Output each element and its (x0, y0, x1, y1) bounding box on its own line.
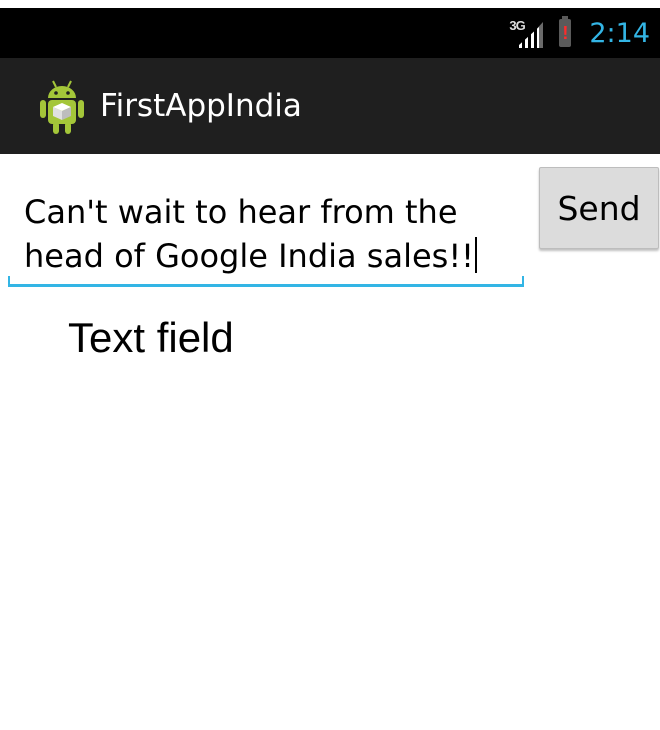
message-field-value[interactable]: Can't wait to hear from the head of Goog… (24, 190, 514, 278)
send-button[interactable]: Send (539, 167, 659, 249)
app-title: FirstAppIndia (100, 88, 302, 124)
status-bar: 3G ! 2:14 (0, 8, 660, 58)
battery-low-icon: ! (559, 16, 572, 47)
action-bar: FirstAppIndia (0, 58, 660, 154)
text-cursor (474, 237, 477, 273)
status-icons: 3G ! 2:14 (509, 8, 650, 58)
text-field-annotation: Text field (68, 314, 234, 361)
signal-icon: 3G (509, 18, 545, 48)
android-robot-icon[interactable] (34, 78, 90, 136)
main-content: Can't wait to hear from the head of Goog… (0, 154, 660, 730)
message-text-field[interactable]: Can't wait to hear from the head of Goog… (8, 184, 524, 287)
battery-alert-mark: ! (562, 23, 569, 43)
status-clock: 2:14 (589, 17, 650, 49)
message-text: Can't wait to hear from the head of Goog… (24, 193, 474, 275)
phone-screen: 3G ! 2:14 FirstAppIndia Can't wait to he… (0, 0, 660, 730)
